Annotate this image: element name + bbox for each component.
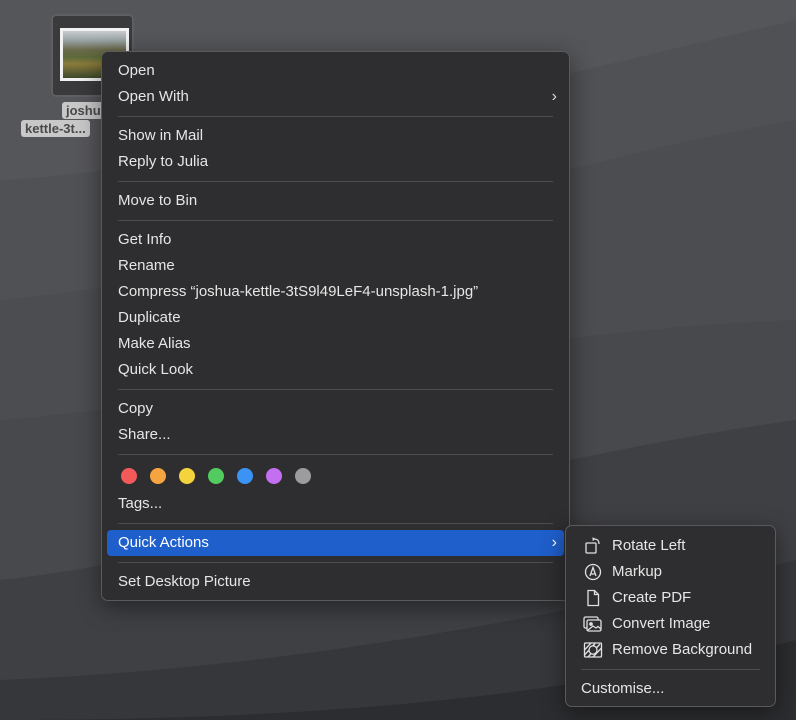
tag-yellow-dot[interactable] (179, 468, 195, 484)
menu-item-share[interactable]: Share... (107, 422, 564, 448)
menu-item-tags[interactable]: Tags... (107, 491, 564, 517)
menu-item-label: Compress “joshua-kettle-3tS9l49LeF4-unsp… (118, 283, 479, 300)
menu-item-label: Set Desktop Picture (118, 573, 251, 590)
tag-color-row (102, 461, 569, 491)
menu-item-copy[interactable]: Copy (107, 396, 564, 422)
menu-item-label: Show in Mail (118, 127, 204, 144)
submenu-item-label: Remove Background (612, 641, 753, 658)
submenu-item-customise[interactable]: Customise... (566, 676, 775, 702)
remove-background-icon (583, 640, 603, 660)
menu-item-label: Tags... (118, 495, 163, 512)
menu-item-label: Reply to Julia (118, 153, 209, 170)
submenu-item-label: Create PDF (612, 589, 692, 606)
menu-item-label: Make Alias (118, 335, 191, 352)
menu-item-compress[interactable]: Compress “joshua-kettle-3tS9l49LeF4-unsp… (107, 279, 564, 305)
menu-item-move-to-bin[interactable]: Move to Bin (107, 188, 564, 214)
menu-item-get-info[interactable]: Get Info (107, 227, 564, 253)
submenu-item-convert-image[interactable]: Convert Image (566, 611, 775, 637)
menu-separator (118, 181, 553, 182)
menu-item-label: Share... (118, 426, 171, 443)
menu-item-set-desktop-picture[interactable]: Set Desktop Picture (107, 569, 564, 595)
submenu-item-rotate-left[interactable]: Rotate Left (566, 533, 775, 559)
submenu-item-create-pdf[interactable]: Create PDF (566, 585, 775, 611)
menu-separator (118, 116, 553, 117)
menu-item-rename[interactable]: Rename (107, 253, 564, 279)
menu-separator (118, 523, 553, 524)
tag-purple-dot[interactable] (266, 468, 282, 484)
menu-item-label: Get Info (118, 231, 172, 248)
menu-item-label: Copy (118, 400, 154, 417)
document-icon (583, 588, 603, 608)
menu-item-label: Rename (118, 257, 175, 274)
submenu-item-label: Customise... (581, 680, 665, 697)
tag-gray-dot[interactable] (295, 468, 311, 484)
menu-item-make-alias[interactable]: Make Alias (107, 331, 564, 357)
chevron-right-icon: › (551, 88, 557, 105)
tag-green-dot[interactable] (208, 468, 224, 484)
submenu-item-markup[interactable]: Markup (566, 559, 775, 585)
menu-item-quick-look[interactable]: Quick Look (107, 357, 564, 383)
menu-item-open-with[interactable]: Open With › (107, 84, 564, 110)
submenu-item-label: Convert Image (612, 615, 711, 632)
menu-item-show-in-mail[interactable]: Show in Mail (107, 123, 564, 149)
chevron-right-icon: › (551, 534, 557, 551)
markup-icon (583, 562, 603, 582)
menu-item-duplicate[interactable]: Duplicate (107, 305, 564, 331)
menu-item-quick-actions[interactable]: Quick Actions › (107, 530, 564, 556)
menu-item-label: Open (118, 62, 155, 79)
tag-blue-dot[interactable] (237, 468, 253, 484)
file-name-label[interactable]: kettle-3t... (21, 120, 90, 137)
menu-separator (118, 220, 553, 221)
menu-item-label: Move to Bin (118, 192, 198, 209)
menu-separator (118, 562, 553, 563)
menu-item-label: Quick Look (118, 361, 194, 378)
menu-item-reply-to-julia[interactable]: Reply to Julia (107, 149, 564, 175)
submenu-item-label: Rotate Left (612, 537, 686, 554)
menu-item-label: Open With (118, 88, 189, 105)
menu-separator (118, 389, 553, 390)
file-name-label[interactable]: joshu (62, 102, 105, 119)
submenu-item-remove-background[interactable]: Remove Background (566, 637, 775, 663)
menu-separator (581, 669, 760, 670)
menu-item-open[interactable]: Open (107, 58, 564, 84)
tag-orange-dot[interactable] (150, 468, 166, 484)
tag-red-dot[interactable] (121, 468, 137, 484)
quick-actions-submenu: Rotate Left Markup Create PDF Convert Im… (565, 525, 776, 707)
submenu-item-label: Markup (612, 563, 663, 580)
context-menu: Open Open With › Show in Mail Reply to Ju… (101, 51, 570, 601)
menu-item-label: Quick Actions (118, 534, 209, 551)
menu-item-label: Duplicate (118, 309, 181, 326)
menu-separator (118, 454, 553, 455)
rotate-left-icon (583, 536, 603, 556)
photos-icon (583, 614, 603, 634)
